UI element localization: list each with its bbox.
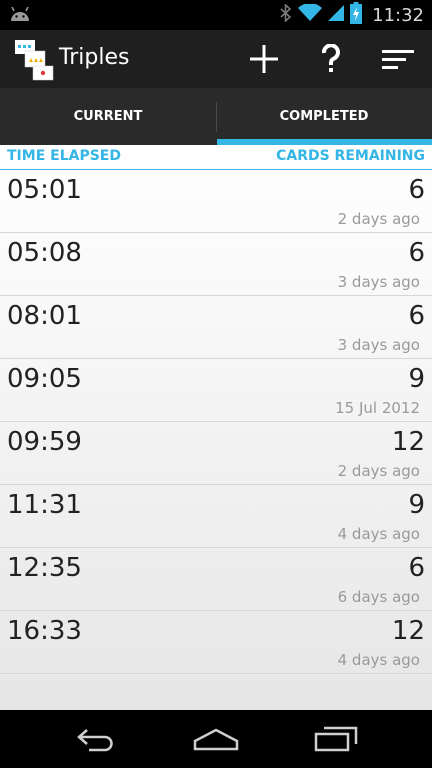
game-row[interactable]: 08:01 6 3 days ago	[0, 296, 432, 359]
game-rows: 05:01 6 2 days ago 05:08 6 3 days ago 08…	[0, 170, 432, 674]
time-elapsed: 09:05	[7, 364, 82, 394]
completed-date: 2 days ago	[337, 462, 420, 480]
cards-remaining: 6	[408, 175, 425, 205]
game-row[interactable]: 09:59 12 2 days ago	[0, 422, 432, 485]
app-title: Triples	[59, 45, 130, 70]
triples-logo-icon[interactable]	[14, 39, 54, 81]
cards-remaining: 6	[408, 553, 425, 583]
time-elapsed: 08:01	[7, 301, 82, 331]
game-row[interactable]: 11:31 9 4 days ago	[0, 485, 432, 548]
action-bar: Triples	[0, 30, 432, 88]
back-button[interactable]	[51, 710, 141, 768]
cards-remaining: 9	[408, 490, 425, 520]
time-elapsed: 09:59	[7, 427, 82, 457]
sort-icon	[382, 50, 414, 69]
game-row[interactable]: 16:33 12 4 days ago	[0, 611, 432, 674]
home-button[interactable]	[171, 710, 261, 768]
completed-date: 3 days ago	[337, 273, 420, 291]
time-elapsed: 11:31	[7, 490, 82, 520]
cards-remaining: 12	[391, 616, 425, 646]
battery-charging-icon	[350, 2, 363, 28]
time-elapsed: 12:35	[7, 553, 82, 583]
time-elapsed: 16:33	[7, 616, 82, 646]
completed-date: 4 days ago	[337, 651, 420, 669]
help-icon	[321, 44, 340, 72]
add-icon	[250, 45, 278, 73]
cards-remaining: 6	[408, 301, 425, 331]
time-elapsed: 05:01	[7, 175, 82, 205]
column-time-elapsed: TIME ELAPSED	[7, 148, 121, 164]
cards-remaining: 6	[408, 238, 425, 268]
completed-date: 3 days ago	[337, 336, 420, 354]
navigation-bar	[0, 710, 432, 768]
game-row[interactable]: 05:01 6 2 days ago	[0, 170, 432, 233]
add-button[interactable]	[236, 30, 292, 88]
game-row[interactable]: 09:05 9 15 Jul 2012	[0, 359, 432, 422]
completed-games-list: TIME ELAPSED CARDS REMAINING 05:01 6 2 d…	[0, 145, 432, 710]
completed-date: 6 days ago	[337, 588, 420, 606]
time-elapsed: 05:08	[7, 238, 82, 268]
android-icon	[9, 5, 31, 27]
cards-remaining: 9	[408, 364, 425, 394]
signal-icon	[328, 4, 345, 26]
back-icon	[77, 729, 113, 752]
tab-completed[interactable]: COMPLETED	[216, 88, 432, 145]
bluetooth-icon	[280, 3, 292, 26]
game-row[interactable]: 12:35 6 6 days ago	[0, 548, 432, 611]
sort-button[interactable]	[370, 30, 426, 88]
completed-date: 2 days ago	[337, 210, 420, 228]
tab-current[interactable]: CURRENT	[0, 88, 216, 145]
column-cards-remaining: CARDS REMAINING	[276, 148, 425, 164]
cards-remaining: 12	[391, 427, 425, 457]
wifi-icon	[298, 3, 323, 26]
recent-apps-button[interactable]	[291, 710, 381, 768]
recent-apps-icon	[314, 726, 358, 752]
help-button[interactable]	[303, 30, 359, 88]
status-clock: 11:32	[372, 4, 424, 26]
status-bar: 11:32	[0, 0, 432, 30]
completed-date: 15 Jul 2012	[335, 399, 420, 417]
game-row[interactable]: 05:08 6 3 days ago	[0, 233, 432, 296]
completed-date: 4 days ago	[337, 525, 420, 543]
tab-bar: CURRENT COMPLETED	[0, 88, 432, 145]
home-icon	[193, 728, 239, 751]
column-header: TIME ELAPSED CARDS REMAINING	[0, 145, 432, 170]
